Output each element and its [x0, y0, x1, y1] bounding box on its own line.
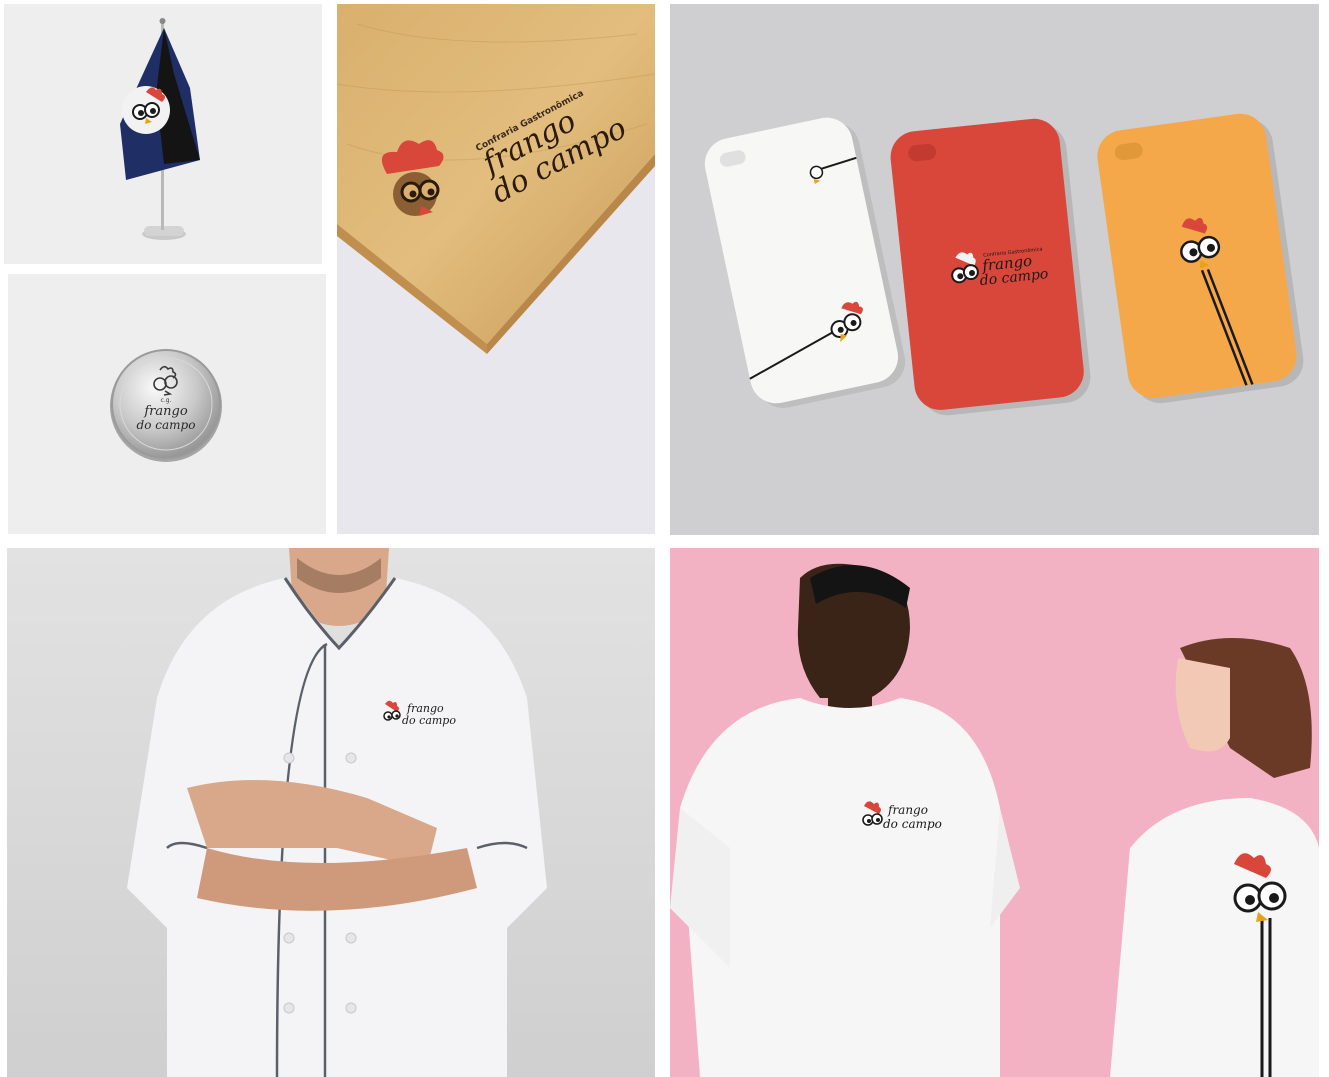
phone-cases-mockup-panel: Confraria Gastronômica frango do campo [670, 4, 1319, 535]
white-phone-case [704, 117, 906, 408]
pin-brand-line1: frango [143, 404, 187, 419]
silver-pin-illustration: c.g. frango do campo [110, 349, 222, 462]
tshirts-illustration: frango do campo [670, 563, 1319, 1077]
phone-cases-illustration: Confraria Gastronômica frango do campo [704, 113, 1304, 416]
chef-jacket-mockup-panel: frango do campo [7, 548, 655, 1077]
pin-mockup-panel: c.g. frango do campo [8, 274, 326, 534]
red-phone-case: Confraria Gastronômica frango do campo [890, 118, 1091, 416]
pin-initials: c.g. [161, 397, 172, 404]
wood-mockup-panel: Confraria Gastronômica frango do campo [337, 4, 655, 534]
jacket-brand-line2: do campo [402, 714, 456, 727]
table-flag-illustration [120, 18, 200, 240]
wood-board-illustration: Confraria Gastronômica frango do campo [337, 4, 655, 354]
orange-phone-case [1097, 113, 1304, 404]
flag-mockup-panel [4, 4, 322, 264]
tshirts-mockup-panel: frango do campo [670, 548, 1319, 1077]
pin-brand-line2: do campo [137, 418, 196, 432]
chef-jacket-illustration: frango do campo [127, 548, 547, 1077]
tshirt-brand-line1: frango [887, 803, 928, 817]
tshirt-brand-line2: do campo [883, 817, 942, 831]
